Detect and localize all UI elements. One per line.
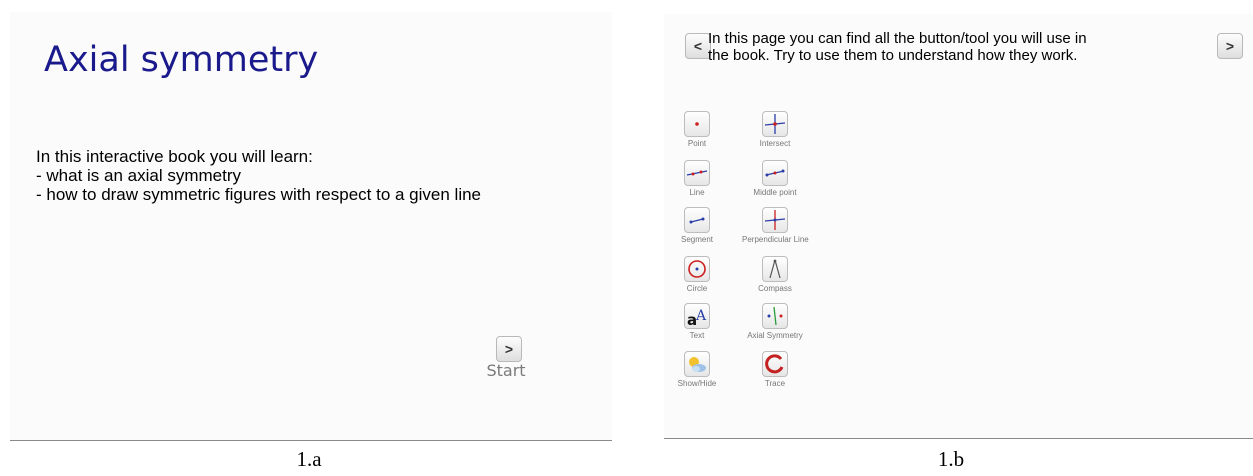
tool-label: Perpendicular Line bbox=[742, 235, 809, 244]
text-tool-button[interactable]: a A bbox=[684, 303, 710, 329]
tool-show-hide[interactable]: Show/Hide bbox=[664, 351, 730, 388]
point-icon bbox=[695, 122, 699, 126]
circle-tool-button[interactable] bbox=[684, 256, 710, 282]
segment-icon bbox=[689, 217, 705, 224]
middle-point-tool-button[interactable] bbox=[762, 160, 788, 186]
compass-tool-button[interactable] bbox=[762, 256, 788, 282]
point-tool-button[interactable] bbox=[684, 111, 710, 137]
caption-rule bbox=[664, 438, 1253, 439]
tool-circle[interactable]: Circle bbox=[664, 256, 730, 293]
svg-text:A: A bbox=[695, 308, 707, 324]
tool-label: Segment bbox=[680, 235, 714, 244]
segment-tool-button[interactable] bbox=[684, 207, 710, 233]
figure-caption: 1.a bbox=[296, 447, 322, 471]
circle-icon bbox=[688, 260, 706, 278]
page-description: In this page you can find all the button… bbox=[708, 30, 1087, 64]
tool-middle-point[interactable]: Middle point bbox=[742, 160, 808, 197]
intersect-icon bbox=[764, 114, 786, 134]
chevron-left-icon: < bbox=[693, 38, 703, 54]
caption-rule bbox=[10, 440, 612, 441]
show-hide-tool-button[interactable] bbox=[684, 351, 710, 377]
tool-line[interactable]: Line bbox=[664, 160, 730, 197]
start-label[interactable]: Start bbox=[476, 361, 536, 380]
trace-tool-button[interactable] bbox=[762, 351, 788, 377]
next-page-button[interactable]: > bbox=[1217, 33, 1243, 59]
tool-compass[interactable]: Compass bbox=[742, 256, 808, 293]
intro-line: - how to draw symmetric figures with res… bbox=[36, 185, 482, 204]
figure-caption: 1.b bbox=[937, 447, 965, 471]
axial-symmetry-tool-button[interactable] bbox=[762, 303, 788, 329]
tool-perpendicular-line[interactable]: Perpendicular Line bbox=[742, 207, 809, 244]
midpoint-icon bbox=[765, 169, 785, 177]
intro-text: In this interactive book you will learn:… bbox=[36, 147, 481, 204]
tool-label: Point bbox=[687, 139, 707, 148]
tool-text[interactable]: a A Text bbox=[664, 303, 730, 340]
tool-label: Trace bbox=[764, 379, 786, 388]
line-icon bbox=[686, 170, 708, 176]
tool-trace[interactable]: Trace bbox=[742, 351, 808, 388]
description-line: the book. Try to use them to understand … bbox=[708, 47, 1078, 64]
description-line: In this page you can find all the button… bbox=[708, 30, 1087, 47]
tool-label: Line bbox=[689, 188, 705, 197]
intro-line: In this interactive book you will learn: bbox=[36, 147, 313, 166]
tool-label: Middle point bbox=[753, 188, 797, 197]
trace-icon bbox=[765, 354, 784, 374]
perpendicular-line-icon bbox=[764, 210, 786, 230]
text-icon: a A bbox=[687, 308, 707, 328]
perpendicular-line-tool-button[interactable] bbox=[762, 207, 788, 233]
intersect-tool-button[interactable] bbox=[762, 111, 788, 137]
show-hide-icon bbox=[689, 357, 706, 372]
chevron-right-icon: > bbox=[1225, 38, 1235, 54]
tool-axial-symmetry[interactable]: Axial Symmetry bbox=[742, 303, 808, 340]
tool-segment[interactable]: Segment bbox=[664, 207, 730, 244]
compass-icon bbox=[769, 259, 781, 279]
tool-label: Compass bbox=[758, 284, 792, 293]
tool-label: Axial Symmetry bbox=[747, 331, 803, 340]
tool-point[interactable]: Point bbox=[664, 111, 730, 148]
axial-symmetry-icon bbox=[767, 306, 783, 326]
chevron-right-icon: > bbox=[504, 341, 514, 357]
tool-label: Show/Hide bbox=[677, 379, 717, 388]
tool-intersect[interactable]: Intersect bbox=[742, 111, 808, 148]
start-next-button[interactable]: > bbox=[496, 336, 522, 362]
tool-label: Circle bbox=[686, 284, 708, 293]
intro-line: - what is an axial symmetry bbox=[36, 166, 241, 185]
line-tool-button[interactable] bbox=[684, 160, 710, 186]
tool-label: Text bbox=[689, 331, 705, 340]
tool-label: Intersect bbox=[759, 139, 791, 148]
page-title: Axial symmetry bbox=[44, 40, 319, 80]
